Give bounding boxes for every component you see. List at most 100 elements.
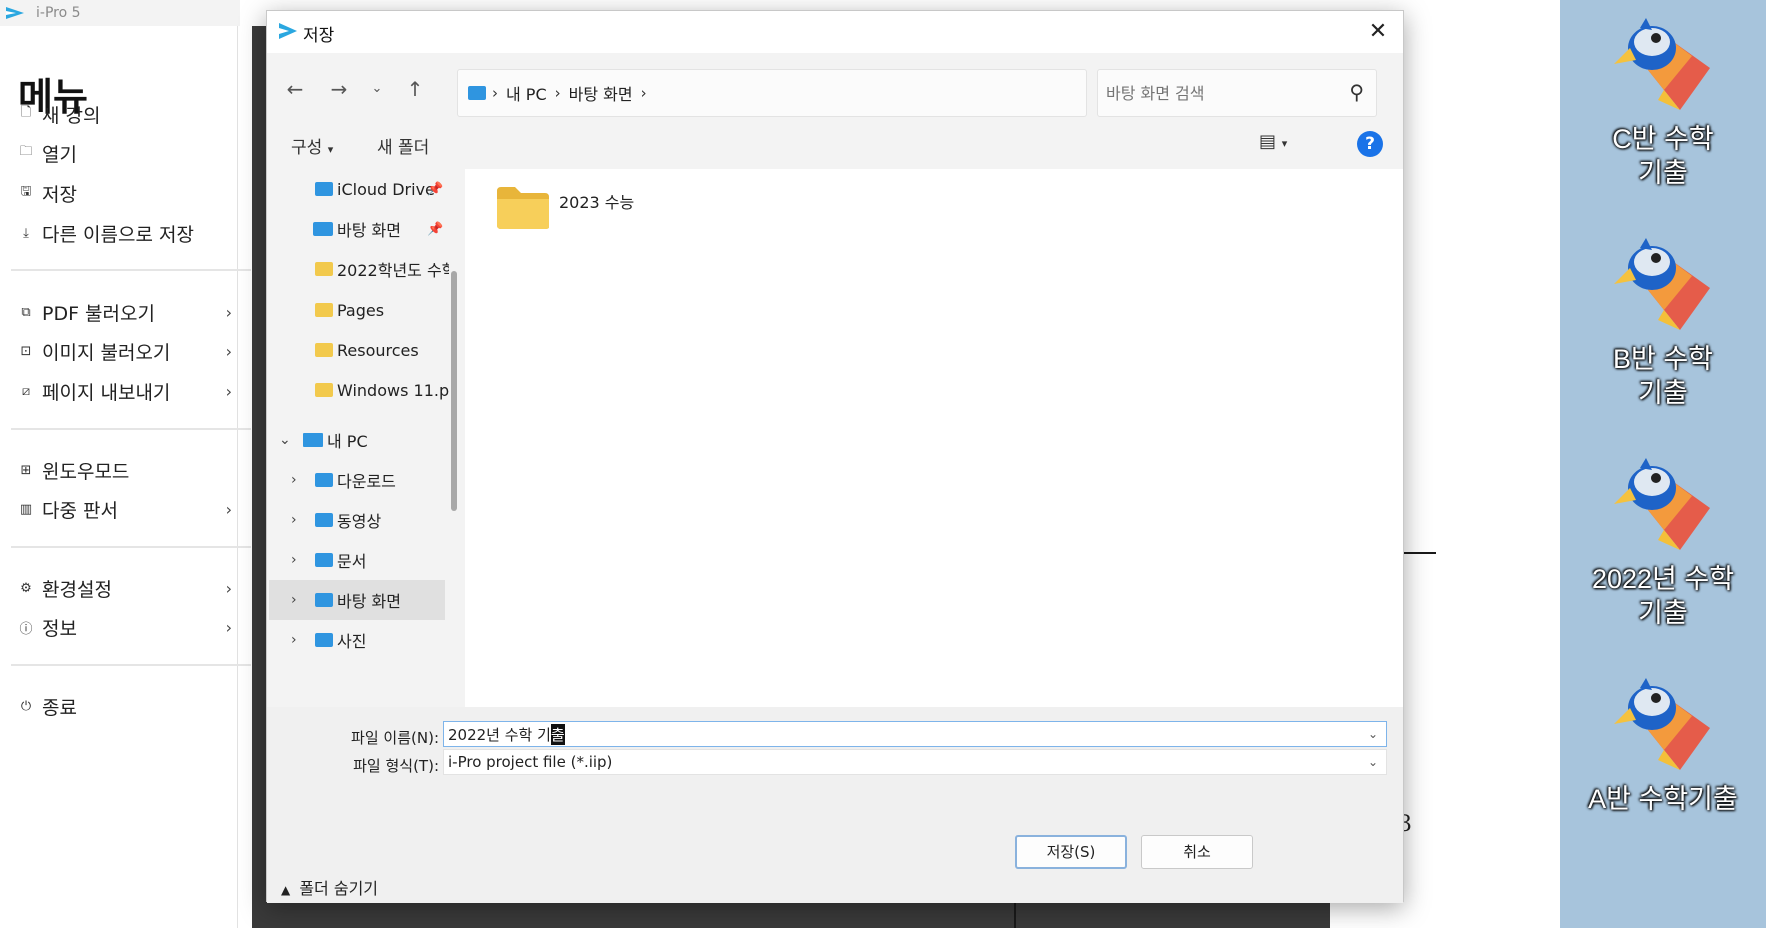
- breadcrumb-my-pc[interactable]: 내 PC: [506, 81, 547, 105]
- desktop-icon-b-class[interactable]: B반 수학 기출: [1560, 228, 1766, 410]
- menu-item-window-mode[interactable]: ⊞ 윈도우모드: [18, 454, 256, 486]
- desktop-icon-label: 2022년 수학 기출: [1591, 564, 1735, 628]
- menu-item-open[interactable]: 🗀 열기: [18, 137, 256, 169]
- close-button[interactable]: ✕: [1365, 19, 1391, 45]
- menu-item-label: 페이지 내보내기: [42, 381, 171, 404]
- desktop-icon: [313, 222, 333, 236]
- nav-item-pictures[interactable]: › 사진: [269, 620, 445, 660]
- menu-item-import-image[interactable]: ⊡ 이미지 불러오기 ›: [18, 335, 256, 367]
- search-box: ⚲: [1097, 69, 1377, 117]
- nav-item-label: 다운로드: [337, 472, 396, 491]
- nav-item-downloads[interactable]: › 다운로드: [269, 460, 445, 500]
- filename-value: 2022년 수학 기: [448, 725, 551, 744]
- menu-item-label: 윈도우모드: [42, 460, 130, 483]
- arrow-up-icon: ↑: [406, 77, 424, 101]
- chevron-down-icon: ⌄: [371, 81, 383, 96]
- chevron-down-icon[interactable]: ⌄: [279, 432, 291, 448]
- nav-item-resources[interactable]: Resources: [269, 330, 445, 370]
- menu-item-exit[interactable]: ⏻ 종료: [18, 690, 256, 722]
- nav-item-videos[interactable]: › 동영상: [269, 500, 445, 540]
- folder-icon: [315, 303, 333, 317]
- downloads-folder-icon: [315, 473, 333, 487]
- chevron-down-icon: ▾: [327, 143, 334, 156]
- menu-item-save-as[interactable]: ⤓ 다른 이름으로 저장: [18, 217, 256, 249]
- back-button[interactable]: ←: [283, 77, 307, 101]
- desktop-icon-c-class[interactable]: C반 수학 기출: [1560, 8, 1766, 190]
- chevron-down-icon: ▾: [1281, 137, 1288, 150]
- organize-button[interactable]: 구성 ▾: [291, 133, 333, 158]
- woodpecker-app-icon: [1614, 678, 1710, 770]
- menu-item-label: 새 강의: [42, 104, 101, 127]
- nav-scrollbar-thumb[interactable]: [451, 271, 457, 511]
- nav-item-label: Resources: [337, 340, 419, 360]
- new-file-icon: 🗋: [20, 105, 32, 120]
- nav-item-2022-math[interactable]: 2022학년도 수학: [269, 249, 456, 289]
- nav-item-documents[interactable]: › 문서: [269, 540, 445, 580]
- menu-item-import-pdf[interactable]: ⧉ PDF 불러오기 ›: [18, 296, 256, 328]
- filename-field[interactable]: 2022년 수학 기출 ⌄: [443, 721, 1387, 747]
- filetype-label: 파일 형식(T):: [353, 757, 439, 775]
- arrow-left-icon: ←: [286, 77, 304, 101]
- computer-icon: [303, 433, 323, 447]
- chevron-right-icon[interactable]: ›: [291, 472, 297, 488]
- menu-item-export-page[interactable]: ⧄ 페이지 내보내기 ›: [18, 375, 256, 407]
- chevron-right-icon: ›: [225, 302, 232, 322]
- view-options-button[interactable]: ▤ ▾: [1259, 131, 1287, 152]
- download-icon: ⤓: [23, 225, 29, 241]
- file-name-area: 파일 이름(N): 2022년 수학 기출 ⌄ 파일 형식(T): i-Pro …: [267, 707, 1403, 903]
- nav-item-icloud-drive[interactable]: iCloud Drive 📌: [269, 169, 445, 209]
- menu-item-info[interactable]: ⓘ 정보 ›: [18, 611, 256, 643]
- forward-button[interactable]: →: [327, 77, 351, 101]
- up-button[interactable]: ↑: [403, 77, 427, 101]
- app-logo-icon: [279, 23, 297, 39]
- chevron-right-icon[interactable]: ›: [291, 592, 297, 608]
- help-button[interactable]: ?: [1357, 131, 1383, 157]
- menu-item-settings[interactable]: ⚙ 환경설정 ›: [18, 572, 256, 604]
- file-item-folder[interactable]: 2023 수능: [495, 185, 655, 235]
- chevron-right-icon[interactable]: ›: [291, 552, 297, 568]
- filetype-select[interactable]: i-Pro project file (*.iip) ⌄: [443, 749, 1387, 775]
- nav-item-label: Windows 11.pvm: [337, 380, 459, 400]
- search-icon[interactable]: ⚲: [1349, 80, 1364, 104]
- folder-icon: [497, 187, 549, 229]
- nav-item-pages[interactable]: Pages: [269, 290, 445, 330]
- menu-item-label: 열기: [42, 143, 77, 166]
- folder-icon: [315, 262, 333, 276]
- chevron-down-icon[interactable]: ⌄: [1368, 755, 1378, 769]
- menu-item-save[interactable]: 🖫 저장: [18, 177, 256, 209]
- hide-folders-toggle[interactable]: ▲ 폴더 숨기기: [281, 875, 378, 899]
- desktop-icon-2022[interactable]: 2022년 수학 기출: [1560, 448, 1766, 630]
- desktop-icon-a-class[interactable]: A반 수학기출: [1560, 668, 1766, 816]
- new-folder-button[interactable]: 새 폴더: [377, 133, 429, 158]
- recent-locations-button[interactable]: ⌄: [365, 81, 389, 96]
- address-bar[interactable]: › 내 PC › 바탕 화면 › ⌵ ↻: [457, 69, 1256, 117]
- desktop-folder-icon: [315, 593, 333, 607]
- menu-item-multi-board[interactable]: ▥ 다중 판서 ›: [18, 493, 256, 525]
- chevron-right-icon[interactable]: ›: [291, 632, 297, 648]
- breadcrumb-separator-icon: ›: [640, 84, 647, 102]
- desktop: C반 수학 기출 B반 수학 기출 2022년 수학 기출 A반 수학기출: [1560, 0, 1766, 928]
- nav-item-desktop[interactable]: › 바탕 화면: [269, 580, 445, 620]
- close-icon: ✕: [1368, 19, 1388, 44]
- save-button[interactable]: 저장(S): [1015, 835, 1127, 869]
- videos-folder-icon: [315, 513, 333, 527]
- nav-item-my-pc[interactable]: ⌄ 내 PC: [269, 420, 445, 460]
- nav-item-label: 바탕 화면: [337, 221, 401, 240]
- menu-item-label: 저장: [42, 183, 77, 206]
- cancel-button[interactable]: 취소: [1141, 835, 1253, 869]
- menu-item-label: PDF 불러오기: [42, 302, 155, 325]
- search-input[interactable]: [1106, 80, 1336, 106]
- breadcrumb-separator-icon: ›: [554, 84, 561, 102]
- documents-folder-icon: [315, 553, 333, 567]
- dialog-title-bar[interactable]: 저장 ✕: [267, 11, 1403, 53]
- menu-divider: [11, 428, 251, 430]
- nav-item-windows-11[interactable]: Windows 11.pvm: [269, 370, 459, 410]
- breadcrumb-desktop[interactable]: 바탕 화면: [569, 81, 633, 105]
- pin-icon: 📌: [427, 181, 444, 197]
- pdf-icon: ⧉: [21, 304, 31, 320]
- chevron-right-icon[interactable]: ›: [291, 512, 297, 528]
- chevron-up-icon: ▲: [281, 883, 291, 897]
- menu-item-new-lecture[interactable]: 🗋 새 강의: [18, 98, 256, 130]
- nav-item-desktop-pinned[interactable]: 바탕 화면 📌: [269, 209, 445, 249]
- chevron-down-icon[interactable]: ⌄: [1368, 727, 1378, 741]
